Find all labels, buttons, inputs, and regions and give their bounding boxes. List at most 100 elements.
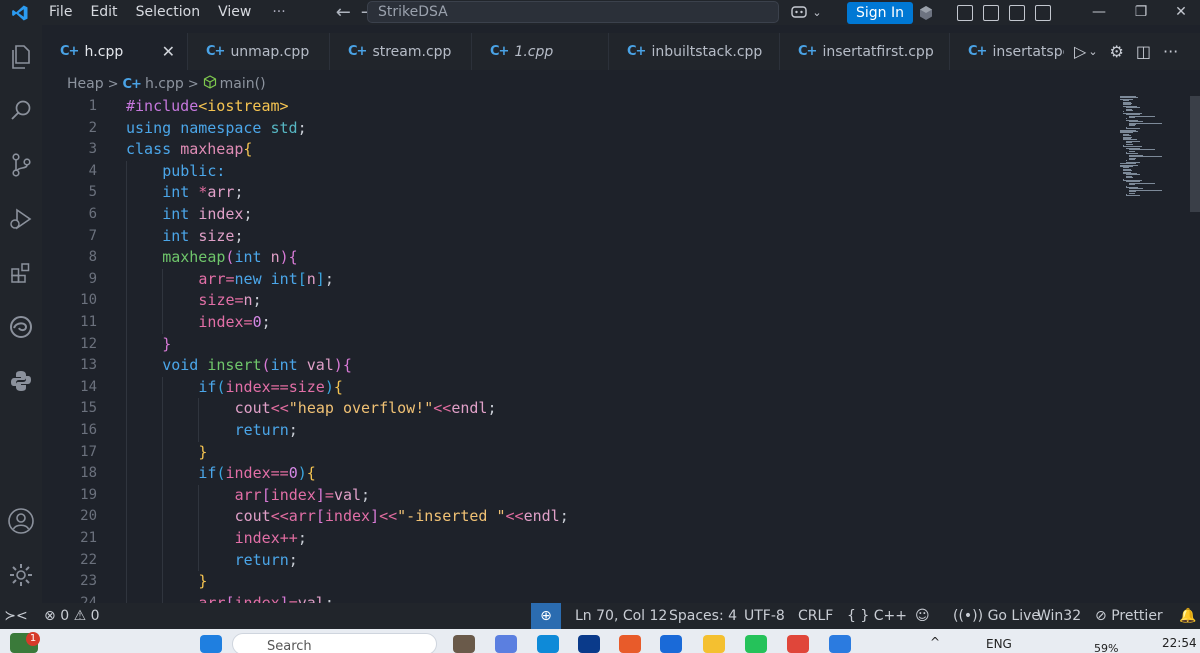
chrome-icon[interactable]	[787, 635, 809, 653]
code-text: int index;	[162, 204, 252, 226]
copilot-app-icon[interactable]	[495, 635, 517, 653]
run-debug-icon[interactable]	[0, 199, 42, 239]
split-editor-icon[interactable]: ◫	[1136, 42, 1151, 61]
back-arrow-icon[interactable]: ←	[336, 2, 351, 23]
minimize-icon[interactable]: —	[1076, 0, 1122, 25]
settings-gear-icon[interactable]	[0, 555, 42, 595]
account-icon[interactable]	[913, 0, 939, 25]
problems-indicator[interactable]: ⊗ 0 ⚠ 0	[32, 603, 109, 629]
breadcrumb-folder[interactable]: Heap	[67, 76, 104, 92]
toggle-panel-icon[interactable]	[1009, 4, 1025, 21]
copilot-status-icon[interactable]: ☺	[906, 603, 939, 629]
code-line[interactable]: 7 int size;	[42, 225, 1102, 248]
store-app-icon[interactable]	[619, 635, 641, 653]
menu-more[interactable]: ···	[260, 0, 297, 25]
source-control-icon[interactable]	[0, 145, 42, 185]
code-line[interactable]: 20 cout<<arr[index]<<"-inserted "<<endl;	[42, 506, 1102, 528]
help-app-icon[interactable]	[660, 635, 682, 653]
tab-insertatfirst-cpp[interactable]: C+ insertatfirst.cpp	[780, 33, 950, 70]
prettier-status[interactable]: ⊘ Prettier	[1086, 603, 1172, 629]
explorer-icon[interactable]	[0, 37, 42, 77]
code-token: return	[234, 550, 289, 569]
tray-chevron-icon[interactable]: ^	[930, 635, 940, 649]
vertical-scrollbar[interactable]	[1190, 96, 1200, 212]
breadcrumb-file[interactable]: h.cpp	[145, 76, 184, 92]
tab-unmap-cpp[interactable]: C+ unmap.cpp	[188, 33, 330, 70]
whatsapp-icon[interactable]	[745, 635, 767, 653]
accounts-icon[interactable]	[0, 501, 42, 541]
code-line[interactable]: 23}	[42, 571, 1102, 593]
code-line[interactable]: 17}	[42, 441, 1102, 464]
start-windows-icon[interactable]	[200, 635, 222, 653]
edge-app-icon[interactable]	[537, 635, 559, 653]
code-line[interactable]: 15 cout<<"heap overflow!"<<endl;	[42, 398, 1102, 420]
toggle-sidebar-icon[interactable]	[983, 4, 999, 21]
code-line[interactable]: 3 class maxheap{	[42, 139, 1102, 161]
minimap[interactable]	[1112, 96, 1200, 603]
code-line[interactable]: 18 if(index==0){	[42, 463, 1102, 485]
indent-guide	[126, 268, 127, 291]
input-language[interactable]: ENG	[986, 637, 1012, 651]
toggle-secondary-sidebar-icon[interactable]	[1035, 4, 1051, 21]
close-window-icon[interactable]: ✕	[1158, 0, 1200, 25]
indent-guide	[162, 571, 164, 593]
edge-browser-icon[interactable]	[0, 307, 42, 347]
code-line[interactable]: 8 maxheap(int n){	[42, 247, 1102, 269]
breadcrumb-symbol[interactable]: main()	[220, 76, 266, 92]
tab-inbuiltstack-cpp[interactable]: C+ inbuiltstack.cpp	[609, 33, 780, 70]
line-number: 18	[80, 465, 97, 482]
remote-indicator-icon[interactable]: ≻<	[0, 603, 32, 629]
menu-file[interactable]: File	[40, 0, 81, 25]
tab-h-cpp[interactable]: C+ h.cpp ✕	[42, 33, 188, 70]
code-line[interactable]: 9 arr=new int[n];	[42, 268, 1102, 291]
code-line[interactable]: 13 void insert(int val){	[42, 355, 1102, 377]
line-ending[interactable]: CRLF	[789, 603, 842, 629]
code-line[interactable]: 6 int index;	[42, 204, 1102, 226]
code-line[interactable]: 14 if(index==size){	[42, 376, 1102, 399]
close-tab-icon[interactable]: ✕	[162, 42, 175, 61]
more-actions-icon[interactable]: ···	[1163, 42, 1178, 61]
code-line[interactable]: 21 index++;	[42, 528, 1102, 550]
language-mode[interactable]: { } C++	[838, 603, 916, 629]
code-line[interactable]: 1 #include<iostream>	[42, 96, 1102, 118]
code-line[interactable]: 11 index=0;	[42, 312, 1102, 334]
zoom-icon[interactable]: ⊕	[531, 603, 561, 629]
run-code-icon[interactable]: ▷	[1074, 42, 1086, 61]
run-dropdown-icon[interactable]: ⌄	[1088, 45, 1097, 58]
code-token: [	[225, 593, 235, 603]
task-view-icon[interactable]	[453, 635, 475, 653]
gear-icon[interactable]: ⚙	[1110, 42, 1124, 61]
code-line[interactable]: 12}	[42, 333, 1102, 356]
command-center[interactable]: StrikeDSA	[367, 1, 779, 23]
copilot-icon[interactable]: ⌄	[785, 0, 827, 25]
taskbar-search[interactable]: Search	[232, 633, 437, 653]
code-line[interactable]: 5 int *arr;	[42, 182, 1102, 204]
code-line[interactable]: 4 public:	[42, 160, 1102, 183]
code-text: return;	[235, 550, 298, 572]
code-line[interactable]: 2 using namespace std;	[42, 118, 1102, 140]
code-line[interactable]: 10 size=n;	[42, 290, 1102, 312]
sign-in-button[interactable]: Sign In	[847, 1, 913, 24]
encoding[interactable]: UTF-8	[735, 603, 794, 629]
tab-stream-cpp[interactable]: C+ stream.cpp	[330, 33, 472, 70]
code-line[interactable]: 16 return;	[42, 420, 1102, 442]
notifications-bell-icon[interactable]: 🔔	[1170, 603, 1200, 629]
customize-layout-icon[interactable]	[957, 4, 973, 21]
clock-time[interactable]: 22:54	[1162, 636, 1197, 650]
code-line[interactable]: 24 arr[index]=val;	[42, 592, 1102, 603]
vscode-taskbar-icon[interactable]	[829, 635, 851, 653]
menu-view[interactable]: View	[209, 0, 260, 25]
extensions-icon[interactable]	[0, 253, 42, 293]
hp-app-icon[interactable]	[578, 635, 600, 653]
code-line[interactable]: 22 return;	[42, 549, 1102, 572]
menu-selection[interactable]: Selection	[127, 0, 210, 25]
code-editor[interactable]: 1 #include<iostream> 2 using namespace std;…	[42, 96, 1112, 603]
search-icon[interactable]	[0, 91, 42, 131]
platform[interactable]: Win32	[1028, 603, 1090, 629]
indentation[interactable]: Spaces: 4	[660, 603, 746, 629]
python-icon[interactable]	[0, 361, 42, 401]
tab-1-cpp[interactable]: C+ 1.cpp	[472, 33, 609, 70]
code-line[interactable]: 19 arr[index]=val;	[42, 484, 1102, 507]
file-explorer-icon[interactable]	[703, 635, 725, 653]
menu-edit[interactable]: Edit	[81, 0, 126, 25]
